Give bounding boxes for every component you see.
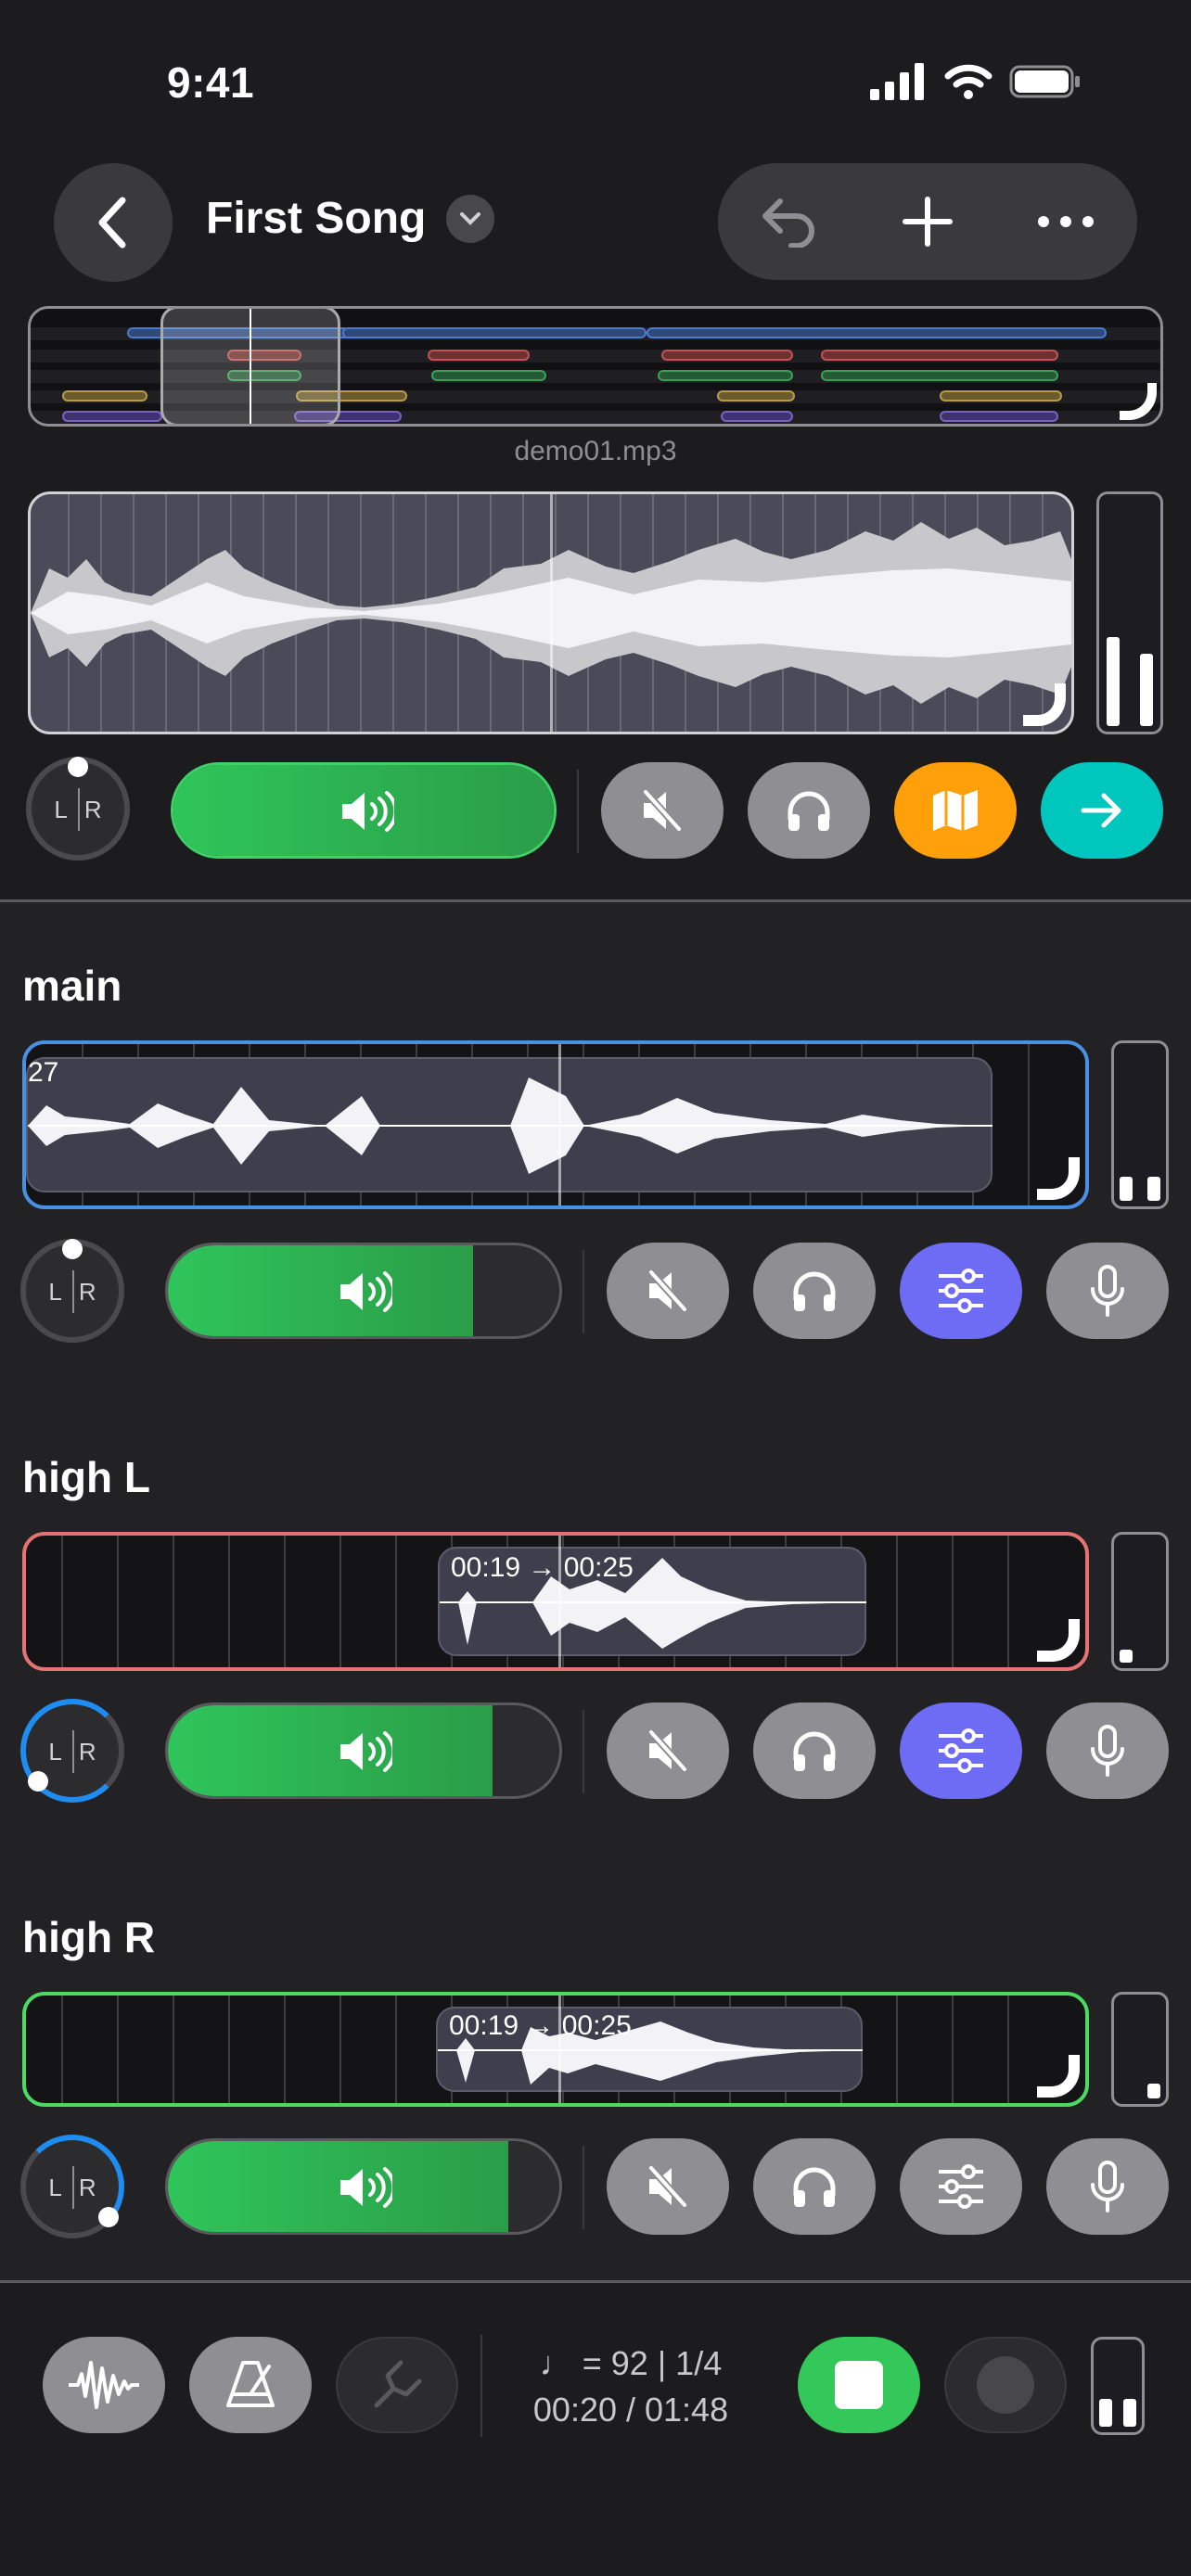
undo-button[interactable] (760, 196, 819, 248)
speaker-icon (340, 2167, 392, 2208)
track-high-l-pan-knob[interactable]: LR (20, 1699, 124, 1803)
master-map-button[interactable] (894, 762, 1017, 859)
track-name-main: main (22, 962, 122, 1010)
plus-icon (902, 197, 953, 247)
cellular-signal-icon (870, 63, 924, 100)
master-pan-knob[interactable]: LR (26, 757, 130, 861)
audio-clip[interactable]: 00:19 → 00:25 (438, 1547, 866, 1656)
speaker-muted-icon (648, 1729, 687, 1772)
clip-time-range: 00:19 → 00:25 (449, 2010, 632, 2041)
back-button[interactable] (54, 163, 173, 282)
sliders-icon (939, 1269, 983, 1313)
track-high-l-mute-button[interactable] (607, 1702, 729, 1799)
audio-clip[interactable]: 00:19 → 00:25 (436, 2007, 863, 2092)
overview-playhead (250, 309, 251, 424)
speaker-icon (342, 791, 394, 832)
track-main-eq-button[interactable] (900, 1243, 1022, 1339)
playback-time: 00:20 / 01:48 (532, 2391, 729, 2429)
chevron-down-icon (446, 194, 495, 243)
status-time: 9:41 (167, 58, 255, 107)
record-button[interactable] (944, 2337, 1067, 2433)
add-track-button[interactable] (902, 196, 954, 248)
tuning-fork-icon (374, 2360, 422, 2408)
headphones-icon (793, 2167, 836, 2207)
track-high-l-solo-button[interactable] (753, 1702, 876, 1799)
speaker-muted-icon (648, 2165, 687, 2208)
track-name-high-r: high R (22, 1913, 156, 1961)
track-main-record-button[interactable] (1046, 1243, 1169, 1339)
wifi-icon (944, 64, 992, 99)
map-icon (933, 790, 978, 831)
speaker-muted-icon (648, 1269, 687, 1312)
chevron-left-icon (98, 197, 126, 249)
headphones-icon (793, 1731, 836, 1771)
track-high-l-record-button[interactable] (1046, 1702, 1169, 1799)
track-high-r-waveform[interactable]: 00:19 → 00:25 (22, 1992, 1089, 2107)
song-overview[interactable] (28, 306, 1163, 427)
track-name-high-l: high L (22, 1453, 150, 1501)
resize-handle[interactable] (1037, 2055, 1080, 2098)
track-high-r-record-button[interactable] (1046, 2138, 1169, 2235)
sliders-icon (939, 1728, 983, 1773)
status-icons (870, 61, 1083, 102)
metronome-icon (226, 2361, 275, 2407)
master-mute-button[interactable] (601, 762, 724, 859)
undo-icon (762, 198, 814, 248)
track-high-r-level-meter (1111, 1992, 1169, 2107)
track-main-level-meter (1111, 1040, 1169, 1209)
master-forward-button[interactable] (1041, 762, 1163, 859)
speaker-muted-icon (643, 789, 682, 832)
track-high-l-volume-slider[interactable] (165, 1702, 562, 1799)
track-main-solo-button[interactable] (753, 1243, 876, 1339)
tempo-time-display[interactable]: ♩ = 92 | 1/4 00:20 / 01:48 (501, 2340, 761, 2433)
waveform-icon (69, 2361, 139, 2409)
track-main-mute-button[interactable] (607, 1243, 729, 1339)
clip-bar-number: 27 (28, 1057, 59, 1088)
headphones-icon (793, 1271, 836, 1311)
master-level-meter (1096, 491, 1163, 734)
arrow-right-icon (1081, 793, 1121, 828)
stop-icon (835, 2361, 883, 2409)
clip-time-range: 00:19 → 00:25 (451, 1552, 634, 1583)
microphone-icon (1091, 1725, 1124, 1777)
waveform-graphic (28, 1078, 992, 1174)
master-waveform[interactable] (28, 491, 1074, 734)
track-high-l-eq-button[interactable] (900, 1702, 1022, 1799)
track-main-waveform[interactable]: 27 (22, 1040, 1089, 1209)
microphone-icon (1091, 1265, 1124, 1317)
page-title: First Song (206, 194, 427, 243)
track-high-r-volume-slider[interactable] (165, 2138, 562, 2235)
track-high-r-solo-button[interactable] (753, 2138, 876, 2235)
sliders-icon (939, 2164, 983, 2209)
audio-clip[interactable] (26, 1057, 992, 1192)
microphone-icon (1091, 2161, 1124, 2213)
more-button[interactable] (1036, 214, 1095, 229)
output-level-meter (1091, 2337, 1145, 2435)
resize-handle[interactable] (1037, 1157, 1080, 1200)
track-main-volume-slider[interactable] (165, 1243, 562, 1339)
speaker-icon (340, 1731, 392, 1772)
master-solo-button[interactable] (748, 762, 870, 859)
metronome-button[interactable] (189, 2337, 312, 2433)
resize-handle[interactable] (1037, 1619, 1080, 1662)
tempo-display: ♩ = 92 | 1/4 (539, 2344, 723, 2382)
waveform-view-button[interactable] (43, 2337, 165, 2433)
track-high-l-waveform[interactable]: 00:19 → 00:25 (22, 1532, 1089, 1671)
battery-icon (1009, 65, 1080, 98)
track-main-pan-knob[interactable]: LR (20, 1239, 124, 1343)
toolbar-pill (718, 163, 1137, 280)
tuner-button[interactable] (336, 2337, 458, 2433)
speaker-icon (340, 1271, 392, 1312)
track-high-r-mute-button[interactable] (607, 2138, 729, 2235)
headphones-icon (788, 791, 830, 831)
stop-button[interactable] (798, 2337, 920, 2433)
file-name: demo01.mp3 (514, 436, 677, 466)
song-title-selector[interactable]: First Song (206, 193, 495, 244)
master-volume-slider[interactable] (171, 762, 557, 859)
ellipsis-icon (1038, 216, 1095, 227)
track-high-r-pan-knob[interactable]: LR (20, 2135, 124, 2238)
track-high-l-level-meter (1111, 1532, 1169, 1671)
record-icon (977, 2356, 1034, 2414)
track-high-r-eq-button[interactable] (900, 2138, 1022, 2235)
